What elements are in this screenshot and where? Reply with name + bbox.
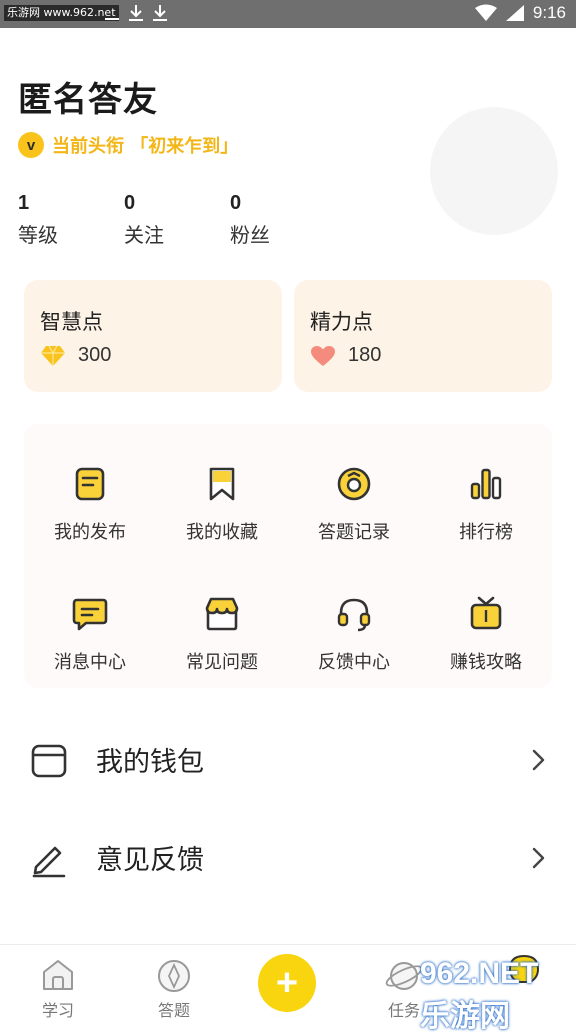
user-title: 当前头衔 「初来乍到」	[52, 136, 239, 157]
feature-grid: 我的发布 我的收藏 答题记录 排行榜 消息中心 常见问题 反馈中心 赚钱攻略	[24, 424, 552, 688]
bookmark-icon	[209, 467, 235, 501]
grid-item-label: 排行榜	[459, 522, 513, 543]
add-button[interactable]: +	[258, 954, 316, 1012]
record-icon	[337, 467, 371, 501]
grid-item-label: 我的收藏	[186, 522, 258, 543]
message-icon	[72, 598, 108, 631]
download-icon	[153, 5, 167, 21]
wisdom-points-card[interactable]: 智慧点 300	[24, 280, 282, 392]
download-icon	[129, 5, 143, 21]
grid-item-favorites[interactable]: 我的收藏	[156, 438, 288, 558]
stat-label: 粉丝	[230, 223, 270, 247]
grid-item-label: 常见问题	[186, 652, 258, 673]
wifi-icon	[474, 4, 497, 21]
stat-value: 1	[18, 192, 30, 214]
chevron-right-icon	[532, 749, 545, 771]
nav-tab-study[interactable]: 学习	[18, 945, 98, 1025]
grid-item-faq[interactable]: 常见问题	[156, 568, 288, 688]
list-item-feedback[interactable]: 意见反馈	[0, 810, 576, 906]
grid-item-my-posts[interactable]: 我的发布	[24, 438, 156, 558]
energy-points-card[interactable]: 精力点 180	[294, 280, 552, 392]
stat-followers[interactable]: 0 粉丝	[230, 192, 270, 248]
pencil-icon	[32, 846, 66, 878]
site-watermark: 乐游网 www.962.net	[4, 5, 119, 21]
bar-chart-icon	[470, 468, 502, 500]
grid-item-label: 消息中心	[54, 652, 126, 673]
site-logo-watermark: 962.NET 乐游网	[420, 954, 576, 1033]
user-title-row[interactable]: v 当前头衔 「初来乍到」	[18, 132, 238, 158]
card-title: 精力点	[310, 310, 373, 334]
grid-item-answer-records[interactable]: 答题记录	[288, 438, 420, 558]
grid-item-feedback-center[interactable]: 反馈中心	[288, 568, 420, 688]
avatar[interactable]	[430, 107, 558, 235]
grid-item-messages[interactable]: 消息中心	[24, 568, 156, 688]
shop-icon	[205, 597, 239, 631]
grid-item-label: 赚钱攻略	[450, 652, 522, 673]
stat-value: 0	[124, 192, 136, 214]
grid-item-label: 反馈中心	[318, 652, 390, 673]
stat-following[interactable]: 0 关注	[124, 192, 164, 248]
heart-icon	[311, 345, 335, 366]
clipboard-icon	[75, 467, 105, 501]
nav-label: 答题	[157, 1001, 190, 1020]
signal-icon	[505, 5, 524, 21]
nav-label: 任务	[387, 1001, 420, 1020]
card-title: 智慧点	[40, 310, 103, 334]
watermark-text: 962.NET 乐游网	[420, 957, 539, 1033]
tv-icon	[470, 596, 502, 630]
chevron-right-icon	[532, 847, 545, 869]
nav-label: 学习	[41, 1001, 74, 1020]
stat-label: 关注	[124, 223, 164, 247]
notification-dash-icon	[105, 18, 119, 20]
grid-item-label: 我的发布	[54, 522, 126, 543]
wallet-icon	[31, 744, 67, 778]
home-icon	[43, 960, 73, 990]
list-item-label: 我的钱包	[96, 747, 204, 778]
grid-item-leaderboard[interactable]: 排行榜	[420, 438, 552, 558]
card-value: 180	[348, 344, 382, 366]
planet-icon	[385, 962, 423, 990]
username: 匿名答友	[18, 80, 158, 120]
notification-icons	[104, 4, 168, 22]
list-item-wallet[interactable]: 我的钱包	[0, 712, 576, 808]
grid-item-earning-guide[interactable]: 赚钱攻略	[420, 568, 552, 688]
compass-icon	[158, 960, 190, 992]
nav-tab-answer[interactable]: 答题	[134, 945, 214, 1025]
v-badge-icon: v	[18, 132, 44, 158]
clock: 9:16	[532, 3, 566, 22]
card-value: 300	[78, 344, 112, 366]
stat-value: 0	[230, 192, 242, 214]
status-right: 9:16	[474, 3, 566, 23]
list-item-label: 意见反馈	[96, 845, 204, 876]
grid-item-label: 答题记录	[318, 522, 390, 543]
diamond-icon	[41, 345, 65, 366]
plus-icon: +	[275, 962, 299, 1004]
headset-icon	[337, 598, 371, 632]
stat-level[interactable]: 1 等级	[18, 192, 58, 248]
stat-label: 等级	[18, 223, 58, 247]
